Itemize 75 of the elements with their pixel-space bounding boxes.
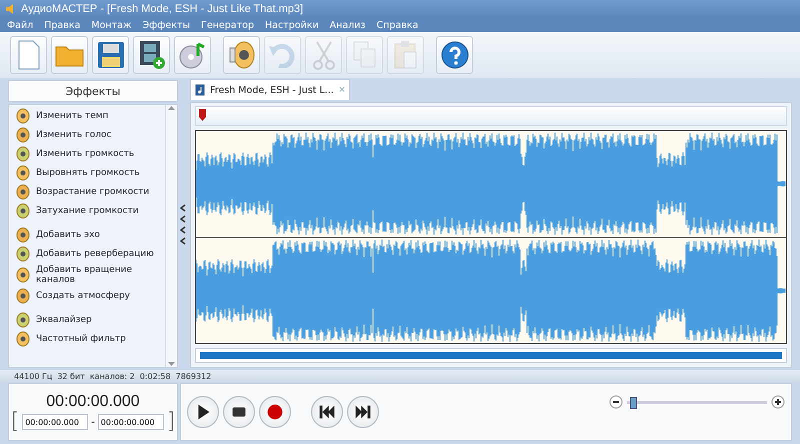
- zoom-in-icon[interactable]: [771, 395, 785, 409]
- effect-item[interactable]: Изменить голос: [14, 127, 163, 143]
- speaker-icon: [14, 331, 30, 347]
- menu-item[interactable]: Генератор: [200, 20, 255, 30]
- effect-item[interactable]: Изменить громкость: [14, 146, 163, 162]
- toolbar-button[interactable]: [436, 36, 473, 74]
- speaker-icon: [14, 184, 30, 200]
- toolbar-button[interactable]: [133, 36, 170, 74]
- range-separator: -: [91, 416, 95, 428]
- effect-item[interactable]: Выровнять громкость: [14, 165, 163, 181]
- scroll-down-icon[interactable]: [168, 361, 175, 367]
- status-text: 44100 Гц: [14, 372, 52, 380]
- record-button[interactable]: [259, 396, 291, 428]
- start-time-field[interactable]: 00:00:00.000: [22, 414, 88, 430]
- film-plus-icon: [138, 40, 166, 70]
- speaker-icon: [14, 146, 30, 162]
- effect-item[interactable]: Создать атмосферу: [14, 288, 163, 304]
- zoom-out-icon[interactable]: [609, 395, 623, 409]
- tab-label: Fresh Mode, ESH - Just L...: [210, 84, 334, 96]
- effect-item[interactable]: Эквалайзер: [14, 312, 163, 328]
- stop-button[interactable]: [223, 396, 255, 428]
- effect-item[interactable]: Затухание громкости: [14, 203, 163, 219]
- speaker-icon: [228, 40, 256, 70]
- music-disc-icon: [178, 40, 208, 70]
- status-text: каналов: 2: [90, 372, 135, 380]
- playhead-marker-icon[interactable]: [198, 108, 207, 122]
- effect-item[interactable]: Добавить реверберацию: [14, 246, 163, 262]
- effect-item[interactable]: Возрастание громкости: [14, 184, 163, 200]
- clipboard-icon: [394, 40, 418, 70]
- range-bracket: [: [10, 413, 20, 431]
- menu-item[interactable]: Эффекты: [142, 20, 192, 30]
- menu-item[interactable]: Монтаж: [90, 20, 133, 30]
- effect-item[interactable]: Добавить эхо: [14, 227, 163, 243]
- file-tab[interactable]: Fresh Mode, ESH - Just L... ×: [190, 79, 350, 100]
- speaker-icon: [14, 203, 30, 219]
- waveform-drawing[interactable]: [195, 130, 787, 344]
- menu-item[interactable]: Анализ: [328, 20, 366, 30]
- play-button[interactable]: [187, 396, 219, 428]
- window-title: АудиоМАСТЕР - [Fresh Mode, ESH - Just Like That.mp3]: [21, 3, 304, 15]
- blank-page-icon: [16, 40, 40, 70]
- forward-button[interactable]: [347, 396, 379, 428]
- end-time-field[interactable]: 00:00:00.000: [98, 414, 164, 430]
- speaker-icon: [14, 227, 30, 243]
- speaker-icon: [14, 127, 30, 143]
- speaker-icon: [14, 288, 30, 304]
- speaker-icon: [14, 312, 30, 328]
- copy-icon: [352, 41, 376, 69]
- menu-item[interactable]: Файл: [6, 20, 34, 30]
- rewind-button[interactable]: [311, 396, 343, 428]
- menu-item[interactable]: Справка: [375, 20, 420, 30]
- scroll-up-icon[interactable]: [168, 105, 175, 111]
- status-text: 7869312: [176, 372, 212, 380]
- zoom-slider-thumb[interactable]: [630, 396, 637, 408]
- menu-item[interactable]: Правка: [43, 20, 82, 30]
- effect-item[interactable]: Добавить вращение каналов: [14, 265, 163, 285]
- speaker-icon: [14, 267, 30, 283]
- status-text: 0:02:58: [140, 372, 171, 380]
- status-text: 32 бит: [57, 372, 85, 380]
- effect-item[interactable]: Частотный фильтр: [14, 331, 163, 347]
- speaker-icon: [14, 246, 30, 262]
- range-bracket: ]: [166, 413, 176, 431]
- toolbar-button[interactable]: [223, 36, 260, 74]
- panel-title: Эффекты: [8, 80, 178, 102]
- speaker-icon: [14, 165, 30, 181]
- toolbar-button[interactable]: [92, 36, 129, 74]
- audio-file-icon: [195, 84, 205, 96]
- effect-item[interactable]: Изменить темп: [14, 108, 163, 124]
- speaker-icon: [14, 108, 30, 124]
- help-icon: [440, 41, 468, 69]
- horizontal-scrollbar[interactable]: [195, 348, 787, 363]
- scrollbar[interactable]: [165, 105, 177, 367]
- menu-item[interactable]: Настройки: [264, 20, 320, 30]
- undo-icon: [268, 42, 296, 68]
- time-display: 00:00:00.000: [46, 393, 140, 411]
- scissors-icon: [312, 40, 334, 70]
